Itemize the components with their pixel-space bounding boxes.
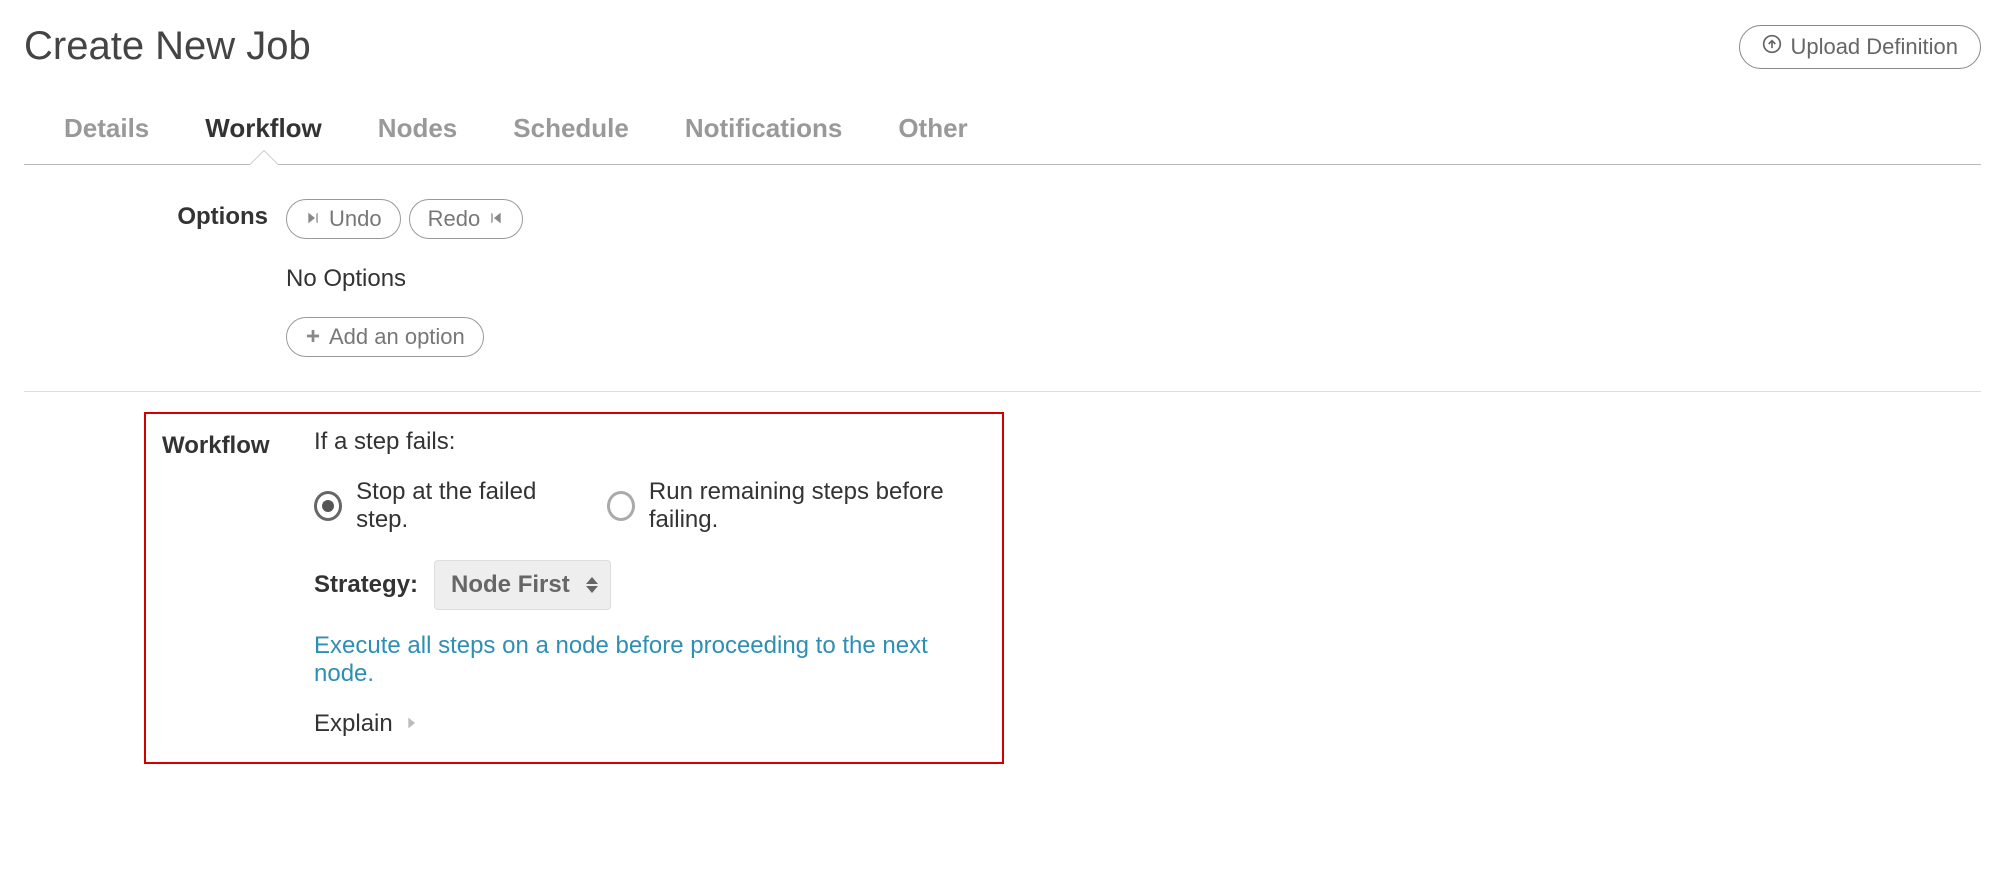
strategy-select[interactable]: Node First [434, 560, 611, 610]
workflow-highlight-box: Workflow If a step fails: Stop at the fa… [144, 412, 1004, 764]
tab-other[interactable]: Other [898, 113, 967, 164]
redo-label: Redo [428, 206, 481, 232]
add-option-button[interactable]: Add an option [286, 317, 484, 357]
redo-icon [488, 206, 504, 232]
undo-label: Undo [329, 206, 382, 232]
explain-toggle[interactable]: Explain [314, 710, 992, 738]
chevron-right-icon [403, 710, 419, 738]
section-divider [24, 391, 1981, 392]
tab-schedule[interactable]: Schedule [513, 113, 629, 164]
radio-selected-icon [314, 491, 342, 521]
tab-details[interactable]: Details [64, 113, 149, 164]
upload-icon [1762, 34, 1782, 60]
radio-run-label: Run remaining steps before failing. [649, 478, 992, 534]
tab-workflow[interactable]: Workflow [205, 113, 322, 164]
tab-nodes[interactable]: Nodes [378, 113, 457, 164]
select-arrows-icon [586, 577, 598, 593]
add-option-label: Add an option [329, 324, 465, 350]
radio-stop-label: Stop at the failed step. [356, 478, 577, 534]
strategy-value: Node First [451, 571, 570, 598]
undo-icon [305, 206, 321, 232]
radio-unselected-icon [607, 491, 635, 521]
strategy-label: Strategy: [314, 571, 418, 599]
workflow-section-label: Workflow [156, 428, 314, 460]
redo-button[interactable]: Redo [409, 199, 524, 239]
radio-run-remaining[interactable]: Run remaining steps before failing. [607, 478, 992, 534]
tab-bar: Details Workflow Nodes Schedule Notifica… [24, 113, 1981, 165]
upload-definition-button[interactable]: Upload Definition [1739, 25, 1981, 69]
page-title: Create New Job [24, 24, 311, 69]
strategy-description: Execute all steps on a node before proce… [314, 632, 992, 688]
upload-definition-label: Upload Definition [1790, 34, 1958, 60]
tab-notifications[interactable]: Notifications [685, 113, 842, 164]
no-options-text: No Options [286, 265, 1981, 293]
radio-stop-at-failed[interactable]: Stop at the failed step. [314, 478, 577, 534]
step-fail-prompt: If a step fails: [314, 428, 992, 456]
options-section-label: Options [24, 199, 286, 231]
undo-button[interactable]: Undo [286, 199, 401, 239]
explain-label: Explain [314, 710, 393, 738]
plus-icon [305, 324, 321, 350]
